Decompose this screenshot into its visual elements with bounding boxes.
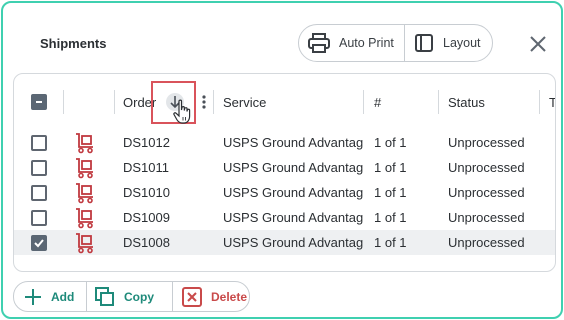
layout-button[interactable]: Layout [405,25,481,61]
status-cell: Unprocessed [448,160,525,175]
column-header-status[interactable]: Status [448,74,485,130]
select-all-cell [31,74,47,130]
column-header-t[interactable]: T [549,74,555,130]
layout-icon [415,34,433,52]
column-count-label: # [374,94,382,110]
table-row[interactable]: DS1011 USPS Ground Advantage 1 of 1 Unproce… [14,155,555,180]
column-t-label: T [549,95,555,110]
delete-label: Delete [211,289,248,304]
service-cell: USPS Ground Advantage [223,160,363,175]
count-cell: 1 of 1 [374,160,407,175]
plus-icon [25,288,41,305]
column-status-label: Status [448,94,485,110]
hand-truck-icon [74,130,96,155]
column-menu-icon[interactable] [201,74,207,130]
hand-truck-icon [74,180,96,205]
row-checkbox[interactable] [31,134,47,151]
add-label: Add [51,289,75,304]
action-bar: Add Copy Delete [13,281,250,312]
auto-print-label: Auto Print [339,36,394,50]
column-header-count[interactable]: # [374,74,381,130]
select-all-checkbox[interactable] [31,94,47,110]
grid-header: Order Service # Status [14,74,555,130]
status-cell: Unprocessed [448,235,525,250]
hand-truck-icon [74,230,96,255]
row-checkbox[interactable] [31,209,47,226]
table-row[interactable]: DS1009 USPS Ground Advantage 1 of 1 Unproce… [14,205,555,230]
copy-label: Copy [124,289,154,304]
column-header-service[interactable]: Service [223,74,266,130]
table-row[interactable]: DS1012 USPS Ground Advantage 1 of 1 Unproce… [14,130,555,155]
table-row[interactable]: DS1010 USPS Ground Advantage 1 of 1 Unproce… [14,180,555,205]
layout-label: Layout [443,36,481,50]
status-cell: Unprocessed [448,185,525,200]
order-cell: DS1008 [123,235,170,250]
add-button[interactable]: Add [14,282,87,311]
shipments-grid: Order Service # Status DS1012 USPS Groun… [13,73,556,272]
row-checkbox[interactable] [31,159,47,176]
count-cell: 1 of 1 [374,135,407,150]
delete-icon [182,286,202,307]
service-cell: USPS Ground Advantage [223,210,363,225]
hand-truck-icon [74,205,96,230]
row-checkbox[interactable] [31,184,47,201]
dialog-title: Shipments [40,36,107,51]
copy-icon [95,286,114,306]
count-cell: 1 of 1 [374,185,407,200]
service-cell: USPS Ground Advantage [223,135,363,150]
order-cell: DS1012 [123,135,170,150]
delete-button[interactable]: Delete [173,282,247,311]
order-cell: DS1011 [123,160,170,175]
printer-icon [308,33,330,53]
status-cell: Unprocessed [448,210,525,225]
status-cell: Unprocessed [448,135,525,150]
count-cell: 1 of 1 [374,235,407,250]
toolbar: Auto Print Layout [298,24,493,62]
table-row[interactable]: DS1008 USPS Ground Advantage 1 of 1 Unproce… [14,230,555,255]
hand-cursor-icon [173,99,191,124]
order-cell: DS1009 [123,210,170,225]
count-cell: 1 of 1 [374,210,407,225]
hand-truck-icon [74,155,96,180]
copy-button[interactable]: Copy [87,282,173,311]
service-cell: USPS Ground Advantage [223,235,363,250]
order-cell: DS1010 [123,185,170,200]
row-checkbox[interactable] [31,234,47,251]
service-cell: USPS Ground Advantage [223,185,363,200]
column-service-label: Service [223,94,267,110]
close-icon[interactable] [527,33,549,55]
auto-print-button[interactable]: Auto Print [299,25,405,61]
